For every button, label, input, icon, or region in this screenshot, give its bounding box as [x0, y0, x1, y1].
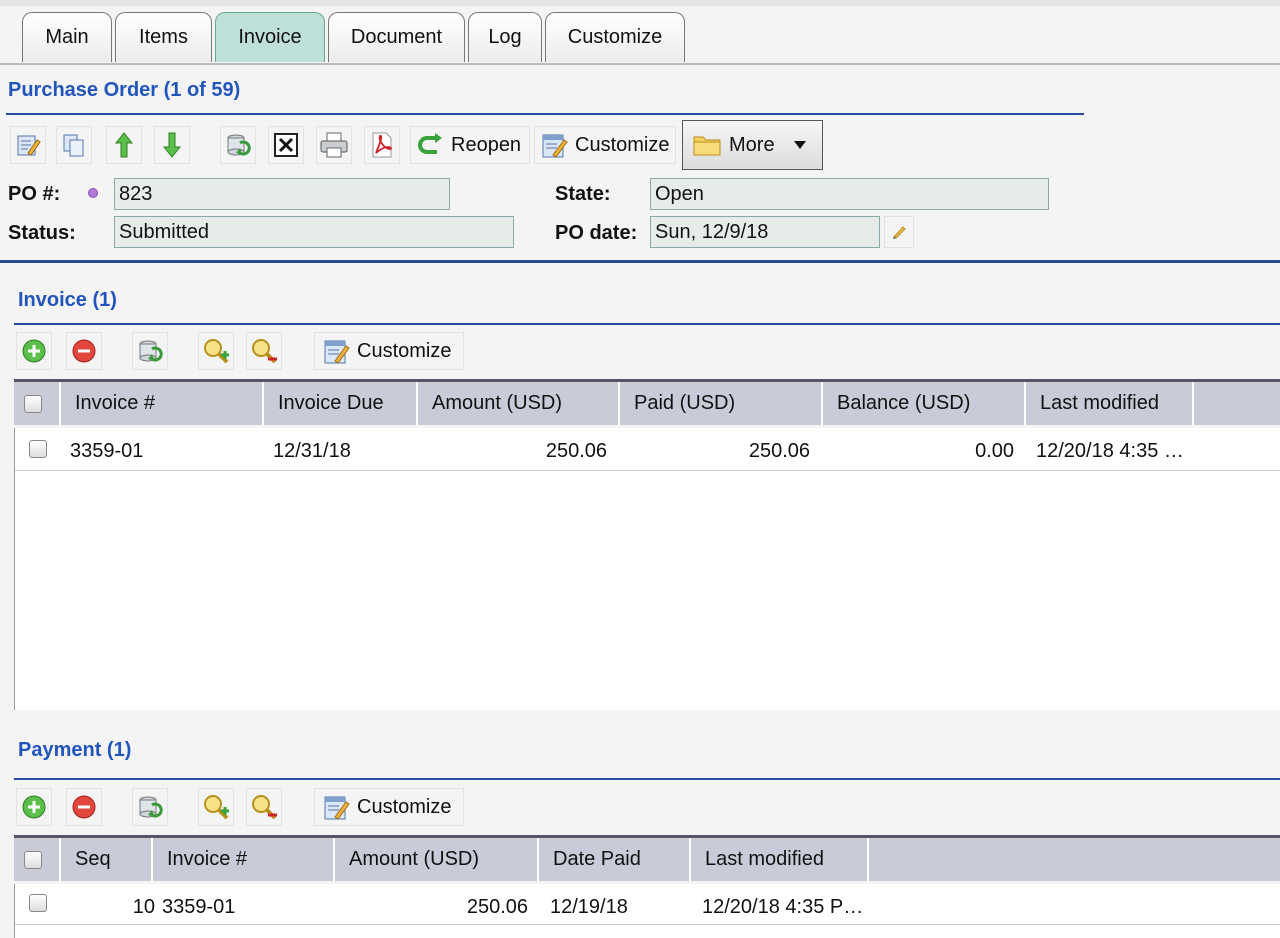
- purchase-order-title: Purchase Order (1 of 59): [8, 79, 241, 101]
- payment-select-all-checkbox[interactable]: [24, 850, 42, 869]
- payment-customize-label: Customize: [357, 795, 452, 818]
- payment-col-invoice-no[interactable]: Invoice #: [153, 838, 335, 881]
- state-field[interactable]: Open: [650, 178, 1049, 210]
- payment-col-amount[interactable]: Amount (USD): [335, 838, 539, 881]
- po-date-field[interactable]: Sun, 12/9/18: [650, 216, 880, 248]
- payment-date-paid-cell: 12/19/18: [550, 896, 628, 918]
- invoice-grid-header: Invoice # Invoice Due Amount (USD) Paid …: [14, 379, 1280, 425]
- invoice-add-icon[interactable]: [16, 332, 52, 370]
- invoice-balance-cell: 0.00: [975, 440, 1014, 462]
- payment-col-seq[interactable]: Seq: [61, 838, 153, 881]
- invoice-last-modified-cell: 12/20/18 4:35 …: [1036, 440, 1184, 462]
- arrow-down-icon[interactable]: [154, 126, 190, 164]
- tab-document[interactable]: Document: [328, 12, 465, 62]
- invoice-row-checkbox[interactable]: [29, 440, 47, 458]
- invoice-select-all-column: [14, 382, 61, 425]
- payment-seq-cell: 10: [132, 896, 155, 918]
- payment-col-date-paid[interactable]: Date Paid: [539, 838, 691, 881]
- invoice-col-last-modified[interactable]: Last modified: [1026, 382, 1194, 425]
- invoice-paid-cell: 250.06: [748, 440, 810, 462]
- invoice-due-cell: 12/31/18: [273, 440, 351, 462]
- invoice-grid-body: 3359-01 12/31/18 250.06 250.06 0.00 12/2…: [14, 428, 1280, 710]
- payment-customize-icon: [323, 793, 351, 821]
- tabs-baseline: [0, 63, 1280, 65]
- folder-icon: [693, 133, 721, 157]
- payment-refresh-icon[interactable]: [132, 788, 168, 826]
- tab-invoice[interactable]: Invoice: [215, 12, 325, 62]
- invoice-customize-button[interactable]: Customize: [314, 332, 464, 370]
- required-indicator-icon: [88, 188, 98, 198]
- po-number-label: PO #:: [8, 183, 61, 205]
- invoice-section-title: Invoice (1): [18, 289, 117, 311]
- invoice-customize-icon: [323, 337, 351, 365]
- invoice-amount-cell: 250.06: [545, 440, 607, 462]
- payment-invoice-number-cell: 3359-01: [162, 896, 236, 918]
- reopen-label: Reopen: [451, 133, 522, 156]
- invoice-col-paid[interactable]: Paid (USD): [620, 382, 823, 425]
- payment-remove-icon[interactable]: [66, 788, 102, 826]
- payment-add-icon[interactable]: [16, 788, 52, 826]
- payment-grid-body: 10 3359-01 250.06 12/19/18 12/20/18 4:35…: [14, 884, 1280, 938]
- tab-log[interactable]: Log: [468, 12, 542, 62]
- tab-main[interactable]: Main: [22, 12, 112, 62]
- invoice-section-rule: [14, 323, 1280, 325]
- reopen-icon: [417, 132, 445, 158]
- close-icon[interactable]: [268, 126, 304, 164]
- state-label: State:: [555, 183, 611, 205]
- tab-customize[interactable]: Customize: [545, 12, 685, 62]
- payment-select-all-column: [14, 838, 61, 881]
- payment-section-rule: [14, 778, 1280, 780]
- tab-bar: Main Items Invoice Document Log Customiz…: [22, 12, 688, 64]
- table-row[interactable]: 3359-01 12/31/18 250.06 250.06 0.00 12/2…: [15, 428, 1280, 470]
- invoice-customize-label: Customize: [357, 339, 452, 362]
- payment-grid-header: Seq Invoice # Amount (USD) Date Paid Las…: [14, 835, 1280, 881]
- payment-col-last-modified[interactable]: Last modified: [691, 838, 869, 881]
- po-date-label: PO date:: [555, 222, 638, 244]
- print-icon[interactable]: [316, 126, 352, 164]
- customize-label: Customize: [575, 133, 670, 156]
- more-button[interactable]: More: [682, 120, 823, 170]
- top-border: [0, 0, 1280, 6]
- pdf-icon[interactable]: [364, 126, 400, 164]
- customize-button[interactable]: Customize: [534, 126, 676, 164]
- header-divider: [0, 260, 1280, 263]
- payment-row-checkbox[interactable]: [29, 894, 47, 912]
- refresh-icon[interactable]: [220, 126, 256, 164]
- payment-amount-cell: 250.06: [466, 896, 528, 918]
- payment-customize-button[interactable]: Customize: [314, 788, 464, 826]
- row-divider: [15, 924, 1280, 925]
- payment-section-title: Payment (1): [18, 739, 132, 761]
- status-field[interactable]: Submitted: [114, 216, 514, 248]
- invoice-number-cell: 3359-01: [70, 440, 144, 462]
- pencil-icon[interactable]: [884, 216, 914, 248]
- dropdown-arrow-icon: [793, 140, 807, 150]
- purchase-order-rule: [6, 113, 1084, 115]
- customize-icon: [541, 131, 569, 159]
- more-label: More: [729, 133, 775, 156]
- payment-zoom-out-icon[interactable]: [246, 788, 282, 826]
- invoice-col-invoice-no[interactable]: Invoice #: [61, 382, 264, 425]
- invoice-col-invoice-due[interactable]: Invoice Due: [264, 382, 418, 425]
- row-divider: [15, 470, 1280, 471]
- edit-icon[interactable]: [10, 126, 46, 164]
- invoice-zoom-out-icon[interactable]: [246, 332, 282, 370]
- invoice-col-balance[interactable]: Balance (USD): [823, 382, 1026, 425]
- table-row[interactable]: 10 3359-01 250.06 12/19/18 12/20/18 4:35…: [15, 884, 1280, 926]
- invoice-select-all-checkbox[interactable]: [24, 394, 42, 413]
- po-number-field[interactable]: 823: [114, 178, 450, 210]
- tab-items[interactable]: Items: [115, 12, 212, 62]
- invoice-remove-icon[interactable]: [66, 332, 102, 370]
- payment-last-modified-cell: 12/20/18 4:35 P…: [702, 896, 864, 918]
- invoice-col-amount[interactable]: Amount (USD): [418, 382, 620, 425]
- reopen-button[interactable]: Reopen: [410, 126, 530, 164]
- invoice-zoom-in-icon[interactable]: [198, 332, 234, 370]
- copy-icon[interactable]: [56, 126, 92, 164]
- payment-zoom-in-icon[interactable]: [198, 788, 234, 826]
- invoice-refresh-icon[interactable]: [132, 332, 168, 370]
- status-label: Status:: [8, 222, 76, 244]
- arrow-up-icon[interactable]: [106, 126, 142, 164]
